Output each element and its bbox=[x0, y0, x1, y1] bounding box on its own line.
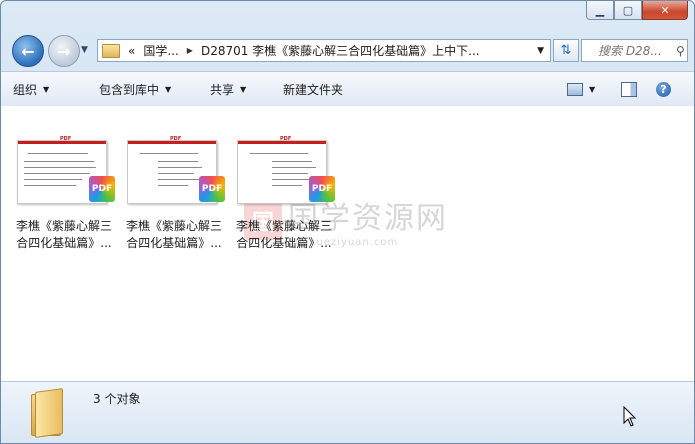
right-arrow-icon: → bbox=[57, 41, 71, 61]
organize-label: 组织 bbox=[13, 82, 38, 97]
file-list-area[interactable]: 国 国学资源网 guoxueziyuan.com PDF PDF 李樵《紫藤心解… bbox=[1, 106, 694, 381]
pdf-thumbnail: PDF PDF bbox=[17, 134, 115, 212]
text-line bbox=[272, 167, 316, 168]
include-in-library-label: 包含到库中 bbox=[99, 82, 160, 97]
include-in-library-button[interactable]: 包含到库中 ▼ bbox=[99, 72, 171, 106]
minimize-button[interactable]: ▁ bbox=[586, 1, 614, 20]
refresh-button[interactable]: ⇅ bbox=[553, 39, 579, 62]
new-folder-label: 新建文件夹 bbox=[283, 82, 344, 97]
share-label: 共享 bbox=[210, 82, 235, 97]
breadcrumb-overflow[interactable]: « bbox=[128, 44, 135, 58]
left-arrow-icon: ← bbox=[21, 41, 35, 61]
chevron-down-icon: ▼ bbox=[165, 84, 172, 94]
text-line bbox=[272, 185, 302, 186]
text-line bbox=[140, 153, 198, 154]
close-icon: ✕ bbox=[660, 3, 670, 17]
maximize-button[interactable]: ▢ bbox=[614, 1, 642, 20]
address-field[interactable]: « 国学... ▶ D28701 李樵《紫藤心解三合四化基础篇》上中下... ▼ bbox=[97, 39, 551, 62]
chevron-down-icon: ▼ bbox=[81, 45, 88, 55]
help-button[interactable]: ? bbox=[656, 72, 671, 106]
search-box[interactable]: ⚲ bbox=[581, 39, 688, 62]
pdf-icon: PDF bbox=[199, 176, 225, 202]
back-button[interactable]: ← bbox=[12, 35, 44, 67]
file-item[interactable]: PDF PDF 李樵《紫藤心解三合四化基础篇》... bbox=[11, 134, 117, 252]
text-line bbox=[158, 179, 200, 180]
text-line bbox=[158, 161, 198, 162]
text-line bbox=[28, 153, 88, 154]
pdf-mark: PDF bbox=[280, 136, 292, 142]
text-line bbox=[24, 179, 82, 180]
close-button[interactable]: ✕ bbox=[642, 1, 688, 20]
address-bar-row: ← → ▼ « 国学... ▶ D28701 李樵《紫藤心解三合四化基础篇》上中… bbox=[1, 31, 694, 67]
chevron-down-icon: ▼ bbox=[589, 84, 596, 94]
file-name[interactable]: 李樵《紫藤心解三合四化基础篇》... bbox=[121, 218, 227, 252]
item-count: 3 个对象 bbox=[93, 392, 141, 406]
mouse-cursor-icon bbox=[623, 406, 637, 427]
folder-icon bbox=[102, 43, 120, 58]
new-folder-button[interactable]: 新建文件夹 bbox=[283, 72, 343, 106]
search-input[interactable] bbox=[596, 42, 676, 59]
view-icon bbox=[567, 82, 583, 96]
text-line bbox=[24, 161, 94, 162]
text-line bbox=[158, 167, 202, 168]
breadcrumb-item-current[interactable]: D28701 李樵《紫藤心解三合四化基础篇》上中下... bbox=[201, 42, 480, 59]
details-pane: 3 个对象 bbox=[1, 381, 694, 443]
refresh-icon: ⇅ bbox=[560, 43, 572, 58]
caption-buttons: ▁ ▢ ✕ bbox=[586, 1, 688, 20]
text-line bbox=[24, 173, 90, 174]
text-line bbox=[250, 153, 308, 154]
recent-pages-dropdown[interactable]: ▼ bbox=[81, 45, 88, 55]
preview-pane-icon bbox=[621, 81, 637, 97]
address-dropdown-icon[interactable]: ▼ bbox=[537, 46, 544, 56]
text-line bbox=[272, 173, 308, 174]
search-icon: ⚲ bbox=[676, 43, 685, 58]
file-name[interactable]: 李樵《紫藤心解三合四化基础篇》... bbox=[231, 218, 337, 252]
explorer-window: ▁ ▢ ✕ ← → ▼ « 国学... ▶ D28701 李樵《紫藤心解三合四化… bbox=[0, 0, 695, 444]
file-item[interactable]: PDF PDF 李樵《紫藤心解三合四化基础篇》... bbox=[231, 134, 337, 252]
organize-button[interactable]: 组织 ▼ bbox=[13, 72, 49, 106]
chevron-down-icon: ▼ bbox=[43, 84, 50, 94]
help-icon: ? bbox=[656, 81, 671, 97]
file-item[interactable]: PDF PDF 李樵《紫藤心解三合四化基础篇》... bbox=[121, 134, 227, 252]
breadcrumb-item-parent[interactable]: 国学... bbox=[143, 42, 178, 59]
folder-front bbox=[35, 388, 63, 438]
breadcrumb-separator-icon[interactable]: ▶ bbox=[187, 46, 193, 55]
command-bar: 组织 ▼ 包含到库中 ▼ 共享 ▼ 新建文件夹 ▼ ? bbox=[1, 71, 694, 107]
pdf-icon: PDF bbox=[309, 176, 335, 202]
text-line bbox=[24, 185, 76, 186]
pdf-thumbnail: PDF PDF bbox=[127, 134, 225, 212]
pdf-mark: PDF bbox=[60, 136, 72, 142]
text-line bbox=[158, 185, 188, 186]
chevron-down-icon: ▼ bbox=[240, 84, 247, 94]
file-name[interactable]: 李樵《紫藤心解三合四化基础篇》... bbox=[11, 218, 117, 252]
pdf-mark: PDF bbox=[170, 136, 182, 142]
text-line bbox=[158, 173, 194, 174]
change-view-button[interactable]: ▼ bbox=[567, 72, 595, 106]
pdf-icon: PDF bbox=[89, 176, 115, 202]
text-line bbox=[272, 161, 312, 162]
share-button[interactable]: 共享 ▼ bbox=[210, 72, 246, 106]
maximize-icon: ▢ bbox=[622, 3, 634, 17]
text-line bbox=[272, 179, 314, 180]
forward-button[interactable]: → bbox=[48, 35, 80, 67]
folder-icon bbox=[31, 388, 63, 438]
minimize-icon: ▁ bbox=[595, 3, 605, 17]
text-line bbox=[24, 167, 96, 168]
preview-pane-button[interactable] bbox=[621, 72, 637, 106]
pdf-thumbnail: PDF PDF bbox=[237, 134, 335, 212]
